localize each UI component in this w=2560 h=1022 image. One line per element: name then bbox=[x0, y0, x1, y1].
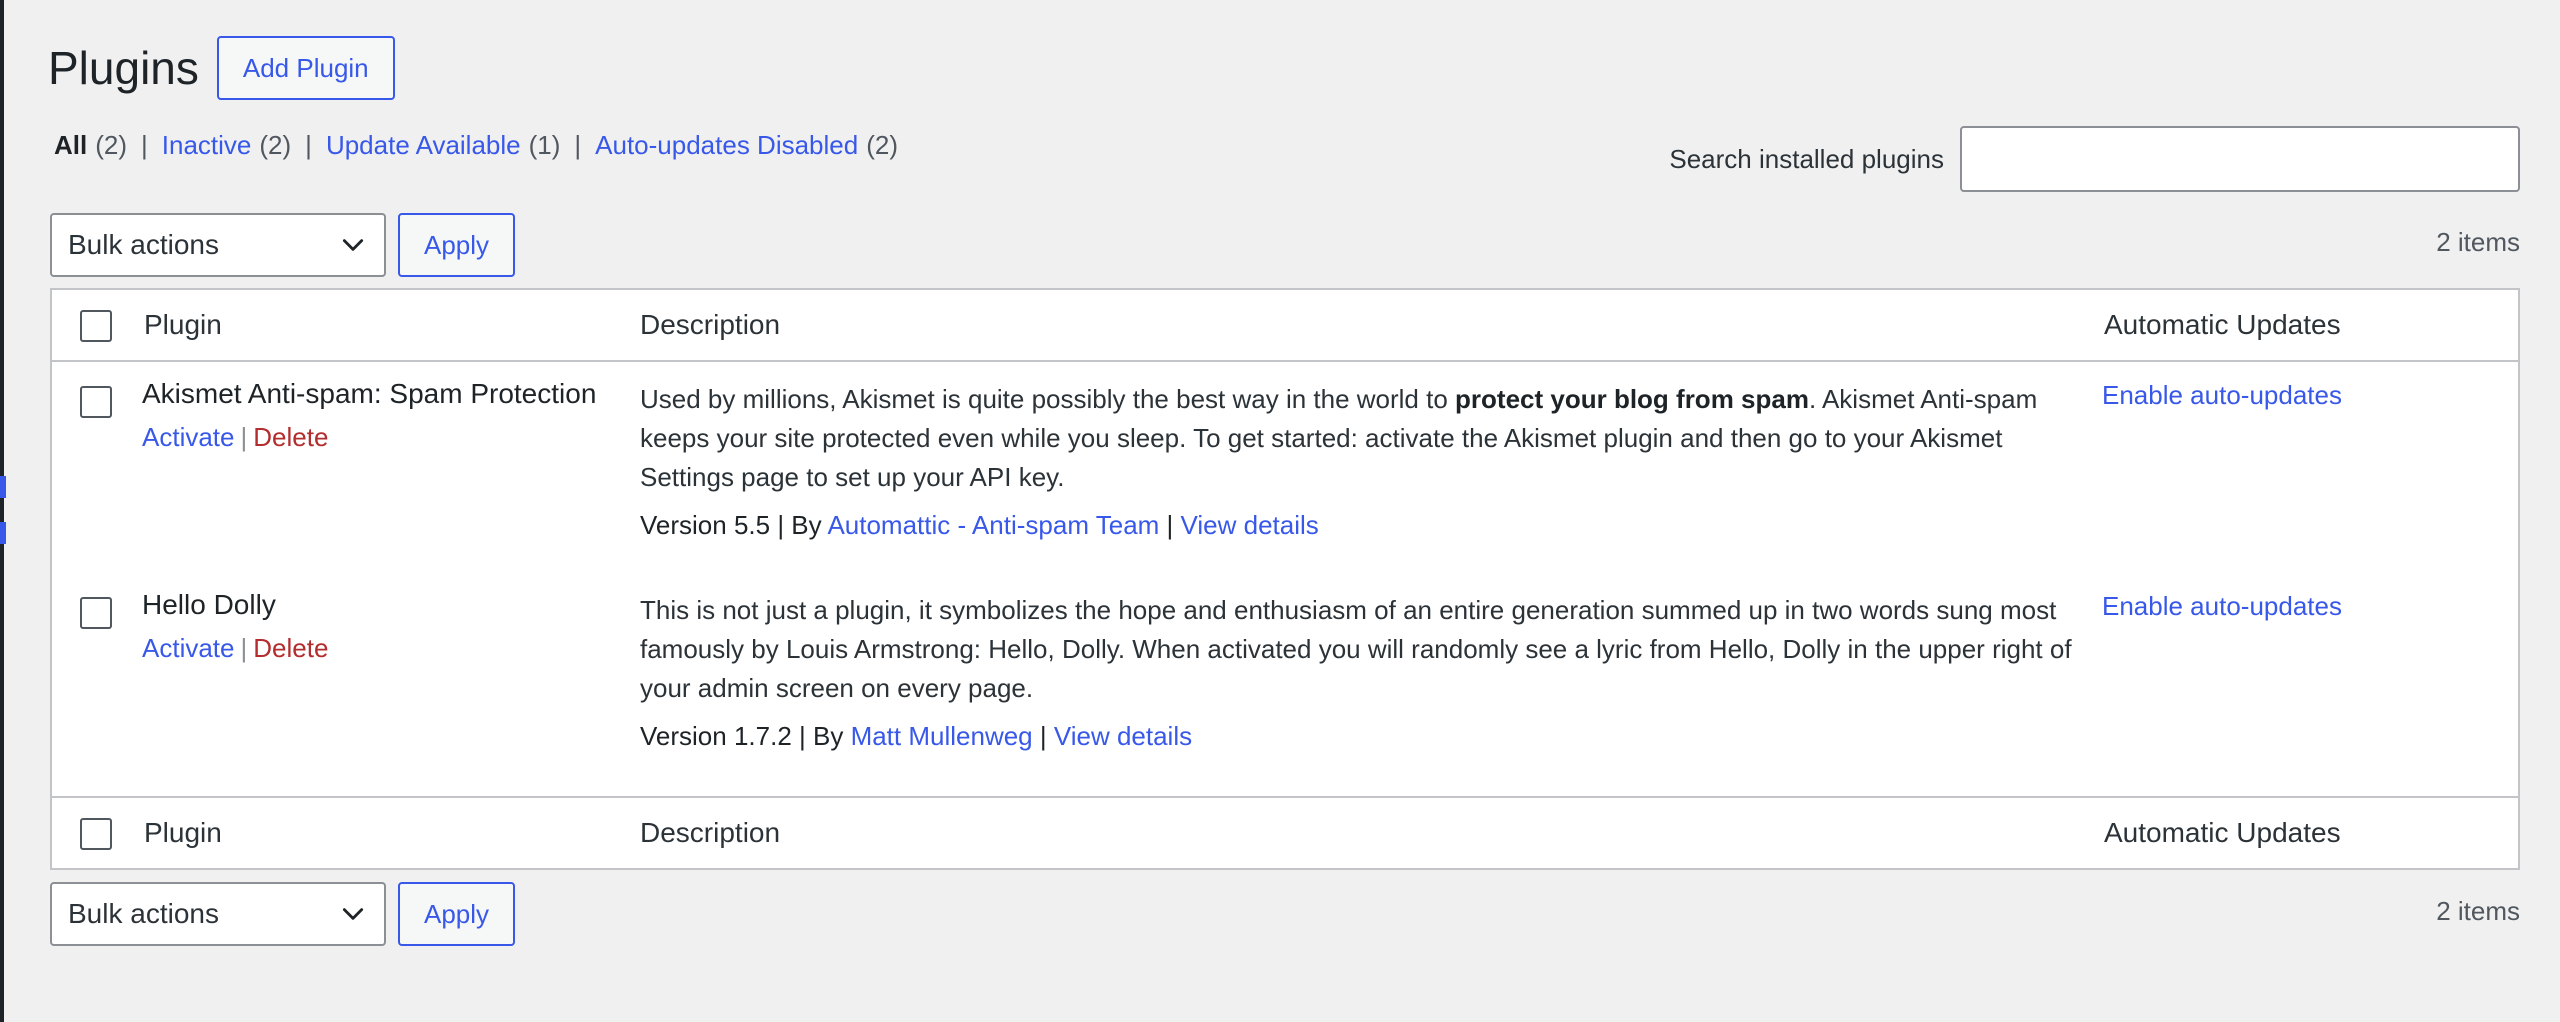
table-footer: Plugin Description Automatic Updates bbox=[52, 796, 2518, 868]
plugin-description: Used by millions, Akismet is quite possi… bbox=[640, 380, 2100, 497]
page-header: Plugins Add Plugin bbox=[48, 36, 395, 100]
filter-all-count: (2) bbox=[95, 130, 128, 160]
items-count: 2 items bbox=[2436, 227, 2520, 257]
admin-sidebar-edge bbox=[0, 0, 4, 1022]
apply-button[interactable]: Apply bbox=[398, 213, 516, 277]
select-all-checkbox[interactable] bbox=[80, 310, 112, 342]
row-actions: Activate | Delete bbox=[142, 422, 328, 453]
filter-separator: | bbox=[574, 130, 582, 160]
search-label: Search installed plugins bbox=[1669, 143, 1944, 174]
filter-update-available[interactable]: Update Available (1) bbox=[326, 130, 560, 161]
filter-update-available-label[interactable]: Update Available bbox=[326, 130, 521, 160]
tablenav-top: Bulk actions Apply 2 items bbox=[50, 213, 2520, 277]
plugin-version: Version 5.5 bbox=[640, 510, 771, 540]
tablenav-bottom: Bulk actions Apply 2 items bbox=[50, 882, 2520, 946]
by-label: By bbox=[791, 510, 822, 540]
chevron-down-icon bbox=[342, 908, 364, 920]
filter-inactive-count: (2) bbox=[259, 130, 292, 160]
action-separator: | bbox=[240, 422, 248, 452]
enable-auto-updates-link[interactable]: Enable auto-updates bbox=[2102, 591, 2342, 622]
action-separator: | bbox=[240, 633, 248, 663]
activate-link[interactable]: Activate bbox=[142, 422, 235, 452]
search-input[interactable] bbox=[1960, 126, 2520, 192]
bulk-actions-label: Bulk actions bbox=[68, 229, 219, 260]
bulk-actions-label: Bulk actions bbox=[68, 898, 219, 929]
view-details-link[interactable]: View details bbox=[1181, 510, 1319, 540]
plugins-table: Plugin Description Automatic Updates Aki… bbox=[50, 288, 2520, 870]
filter-auto-updates-disabled-count: (2) bbox=[866, 130, 898, 160]
table-header: Plugin Description Automatic Updates bbox=[52, 290, 2518, 362]
row-checkbox[interactable] bbox=[80, 386, 112, 418]
search-box: Search installed plugins bbox=[1669, 126, 2520, 192]
filter-inactive[interactable]: Inactive (2) bbox=[162, 130, 291, 161]
author-link[interactable]: Matt Mullenweg bbox=[851, 721, 1033, 751]
plugin-version: Version 1.7.2 bbox=[640, 721, 792, 751]
plugin-name: Hello Dolly bbox=[142, 589, 276, 620]
filter-auto-updates-disabled-label[interactable]: Auto-updates Disabled bbox=[595, 130, 858, 160]
column-header-description: Description bbox=[640, 309, 781, 340]
row-actions: Activate | Delete bbox=[142, 633, 328, 664]
bulk-actions-select[interactable]: Bulk actions bbox=[50, 213, 386, 277]
filter-separator: | bbox=[141, 130, 148, 160]
column-footer-plugin: Plugin bbox=[144, 817, 222, 848]
filter-all[interactable]: All (2) bbox=[54, 130, 127, 161]
description-highlight: protect your blog from spam bbox=[1455, 384, 1809, 414]
column-header-automatic-updates: Automatic Updates bbox=[2104, 309, 2341, 340]
description-text: This is not just a plugin, it symbolizes… bbox=[640, 595, 2072, 703]
sidebar-active-indicator-arrow bbox=[0, 522, 6, 544]
plugin-meta: Version 1.7.2 | By Matt Mullenweg | View… bbox=[640, 721, 1193, 751]
filter-separator: | bbox=[305, 130, 312, 160]
apply-button-bottom[interactable]: Apply bbox=[398, 882, 516, 946]
plugin-meta: Version 5.5 | By Automattic - Anti-spam … bbox=[640, 510, 1319, 540]
column-footer-automatic-updates: Automatic Updates bbox=[2104, 817, 2341, 848]
items-count: 2 items bbox=[2436, 896, 2520, 926]
table-row: Akismet Anti-spam: Spam Protection Activ… bbox=[52, 362, 2518, 572]
page-title: Plugins bbox=[48, 42, 199, 94]
add-plugin-button[interactable]: Add Plugin bbox=[216, 36, 395, 100]
plugin-name: Akismet Anti-spam: Spam Protection bbox=[142, 378, 597, 409]
delete-link[interactable]: Delete bbox=[253, 633, 328, 663]
enable-auto-updates-link[interactable]: Enable auto-updates bbox=[2102, 380, 2342, 411]
filter-all-label: All bbox=[54, 130, 88, 160]
bulk-actions-select-bottom[interactable]: Bulk actions bbox=[50, 882, 386, 946]
sidebar-active-indicator bbox=[0, 476, 6, 498]
select-all-checkbox-footer[interactable] bbox=[80, 818, 112, 850]
activate-link[interactable]: Activate bbox=[142, 633, 235, 663]
column-header-plugin: Plugin bbox=[144, 309, 222, 340]
plugin-status-filters: All (2) | Inactive (2) | Update Available(… bbox=[54, 130, 898, 161]
chevron-down-icon bbox=[342, 239, 364, 251]
plugin-description: This is not just a plugin, it symbolizes… bbox=[640, 591, 2100, 708]
filter-auto-updates-disabled[interactable]: Auto-updates Disabled (2) bbox=[595, 130, 898, 161]
filter-update-available-count: (1) bbox=[528, 130, 561, 160]
column-footer-description: Description bbox=[640, 817, 781, 848]
description-text: Used by millions, Akismet is quite possi… bbox=[640, 384, 1456, 414]
table-row: Hello Dolly Activate | Delete This is not … bbox=[52, 573, 2518, 783]
delete-link[interactable]: Delete bbox=[253, 422, 328, 452]
view-details-link[interactable]: View details bbox=[1054, 721, 1192, 751]
row-checkbox[interactable] bbox=[80, 597, 112, 629]
author-link[interactable]: Automattic - Anti-spam Team bbox=[827, 510, 1159, 540]
by-label: By bbox=[812, 721, 844, 751]
filter-inactive-label[interactable]: Inactive bbox=[162, 130, 252, 160]
